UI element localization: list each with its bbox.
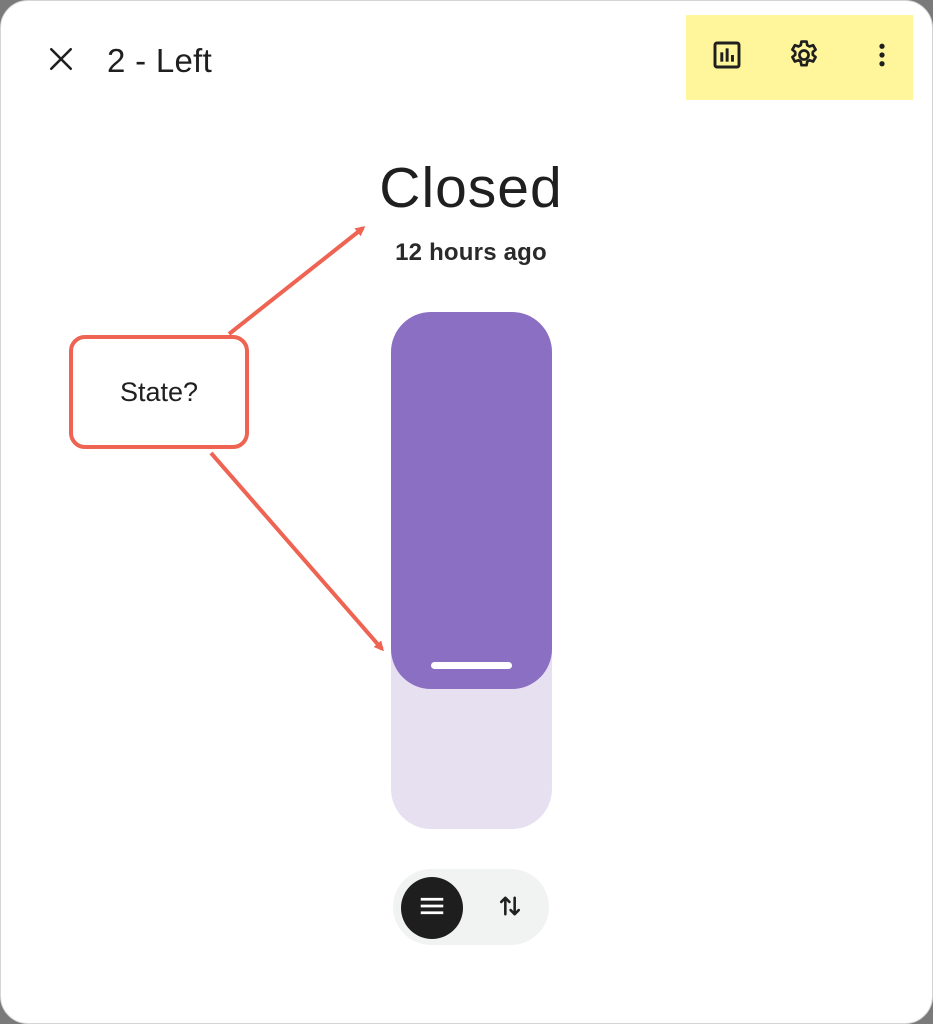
close-icon xyxy=(48,46,74,77)
more-vert-icon xyxy=(867,40,897,75)
swap-vert-icon xyxy=(496,892,524,925)
arrow-to-slider xyxy=(209,451,384,652)
cover-position-slider[interactable] xyxy=(391,312,552,829)
slider-fill xyxy=(391,312,552,689)
last-changed-label: 12 hours ago xyxy=(395,239,547,266)
header-actions xyxy=(686,15,913,100)
more-info-dialog: 2 - Left Closed 12 hours ago State? xyxy=(0,0,933,1024)
history-button[interactable] xyxy=(705,35,749,79)
slider-handle[interactable] xyxy=(431,662,512,669)
bar-chart-icon xyxy=(711,39,743,76)
gear-icon xyxy=(787,38,821,77)
settings-button[interactable] xyxy=(782,35,826,79)
dialog-title: 2 - Left xyxy=(107,42,213,79)
more-options-button[interactable] xyxy=(860,35,904,79)
close-button[interactable] xyxy=(37,37,85,85)
state-label: Closed xyxy=(379,156,563,220)
toggle-button-mode[interactable] xyxy=(479,877,541,939)
menu-icon xyxy=(417,891,447,926)
control-mode-toggle xyxy=(393,869,549,945)
toggle-position-mode[interactable] xyxy=(401,877,463,939)
annotation-text: State? xyxy=(119,376,199,407)
annotation-callout: State? xyxy=(69,335,249,449)
